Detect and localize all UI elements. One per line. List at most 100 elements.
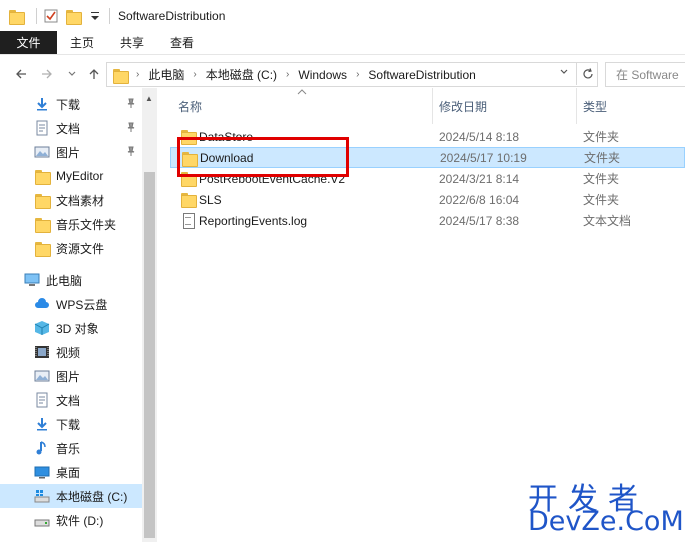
nav-item-pc[interactable]: WPS云盘 [0, 292, 142, 316]
file-type: 文本文档 [583, 214, 632, 228]
scrollbar-thumb[interactable] [144, 172, 155, 538]
pin-icon[interactable] [126, 122, 136, 135]
nav-item-label: 视频 [56, 345, 81, 360]
search-input[interactable]: 在 Software [605, 62, 685, 87]
nav-item-pc[interactable]: 下载 [0, 412, 142, 436]
chevron-right-icon[interactable]: › [286, 69, 289, 80]
nav-item-pc[interactable]: 视频 [0, 340, 142, 364]
nav-item-pc[interactable]: 桌面 [0, 460, 142, 484]
nav-item-quick[interactable]: 图片 [0, 140, 142, 164]
folder-icon[interactable] [8, 8, 25, 25]
nav-item-pc[interactable]: 软件 (D:) [0, 508, 142, 532]
file-row[interactable]: ReportingEvents.log 2024/5/17 8:38 文本文档 [170, 210, 685, 231]
back-arrow-icon [16, 69, 26, 79]
column-divider[interactable] [576, 88, 577, 124]
address-bar[interactable]: › 此电脑 › 本地磁盘 (C:) › Windows › SoftwareDi… [106, 62, 598, 87]
sort-ascending-icon [297, 88, 307, 99]
chevron-down-icon [68, 71, 76, 76]
chevron-right-icon[interactable]: › [356, 69, 359, 80]
pin-icon[interactable] [126, 98, 136, 111]
download-icon [34, 416, 50, 432]
column-header-type[interactable]: 类型 [583, 88, 607, 124]
forward-arrow-icon [42, 69, 52, 79]
highlight-box [177, 137, 349, 177]
cube-icon [34, 320, 50, 336]
music-icon [34, 440, 50, 456]
breadcrumb-item[interactable]: 此电脑 [148, 66, 184, 83]
nav-item-label: 资源文件 [56, 241, 105, 256]
tab-share[interactable]: 共享 [107, 31, 157, 54]
computer-icon [24, 272, 40, 288]
up-button[interactable] [83, 63, 105, 85]
nav-item-pc[interactable]: 图片 [0, 364, 142, 388]
breadcrumb-item[interactable]: SoftwareDistribution [368, 68, 475, 82]
divider [109, 7, 110, 24]
file-type: 文件夹 [584, 151, 621, 165]
nav-item-label: 下载 [56, 97, 81, 112]
desktop-icon [34, 464, 50, 480]
watermark: 开发者 DevZe.CoM [524, 474, 684, 538]
file-date: 2024/5/17 10:19 [440, 150, 527, 165]
file-name: SLS [199, 192, 222, 207]
refresh-button[interactable] [576, 63, 598, 85]
window-title: SoftwareDistribution [118, 8, 226, 23]
folder-icon [34, 240, 51, 257]
nav-item-label: 本地磁盘 (C:) [56, 489, 128, 504]
file-row[interactable]: SLS 2022/6/8 16:04 文件夹 [170, 189, 685, 210]
scrollbar[interactable]: ▲ [142, 88, 157, 542]
nav-item-pc[interactable]: 本地磁盘 (C:) [0, 484, 142, 508]
nav-item-label: 软件 (D:) [56, 513, 104, 528]
drive-c-icon [34, 488, 50, 504]
scroll-up-icon[interactable]: ▲ [145, 94, 153, 103]
column-divider[interactable] [432, 88, 433, 124]
up-arrow-icon [89, 69, 99, 79]
ribbon-tabs: 文件 主页 共享 查看 [0, 31, 685, 55]
download-icon [34, 96, 50, 112]
nav-item-label: 文档 [56, 121, 81, 136]
quick-access-toolbar [0, 0, 109, 31]
column-header-name[interactable]: 名称 [178, 88, 202, 124]
forward-button[interactable] [36, 63, 58, 85]
recent-locations-button[interactable] [61, 63, 83, 85]
nav-item-label: 文档素材 [56, 193, 105, 208]
document-icon [34, 120, 50, 136]
chevron-right-icon: › [136, 69, 140, 80]
nav-item-pc[interactable]: 文档 [0, 388, 142, 412]
file-date: 2024/3/21 8:14 [439, 171, 520, 186]
nav-item-quick[interactable]: MyEditor [0, 164, 142, 188]
column-header-date[interactable]: 修改日期 [439, 88, 487, 124]
file-type: 文件夹 [583, 193, 620, 207]
tab-file[interactable]: 文件 [0, 31, 57, 54]
nav-item-label: MyEditor [56, 169, 104, 183]
nav-item-label: WPS云盘 [56, 297, 108, 312]
nav-item-this-pc[interactable]: 此电脑 [0, 268, 142, 292]
chevron-down-icon[interactable] [87, 8, 103, 24]
nav-item-quick[interactable]: 资源文件 [0, 236, 142, 260]
new-folder-icon[interactable] [65, 8, 82, 25]
back-button[interactable] [10, 63, 32, 85]
tab-home[interactable]: 主页 [57, 31, 107, 54]
breadcrumb-item[interactable]: Windows [298, 68, 347, 82]
nav-item-pc[interactable]: 3D 对象 [0, 316, 142, 340]
nav-item-label: 图片 [56, 145, 81, 160]
breadcrumb: › 此电脑 › 本地磁盘 (C:) › Windows › SoftwareDi… [136, 66, 476, 83]
file-type: 文件夹 [583, 172, 620, 186]
video-icon [34, 344, 50, 360]
properties-icon[interactable] [43, 8, 59, 24]
tab-view[interactable]: 查看 [157, 31, 207, 54]
folder-icon [34, 216, 51, 233]
nav-item-quick[interactable]: 下载 [0, 92, 142, 116]
nav-item-quick[interactable]: 文档素材 [0, 188, 142, 212]
breadcrumb-item[interactable]: 本地磁盘 (C:) [206, 66, 277, 83]
navigation-pane: ▲ 下载 文档 图片 MyEditor 文档素材 音乐文件夹 资源文件 此电脑 WPS云盘 3D … [0, 88, 157, 542]
nav-item-pc[interactable]: 音乐 [0, 436, 142, 460]
chevron-right-icon[interactable]: › [193, 69, 196, 80]
refresh-icon [582, 68, 593, 79]
pin-icon[interactable] [126, 146, 136, 159]
nav-item-quick[interactable]: 文档 [0, 116, 142, 140]
folder-icon [34, 192, 51, 209]
cloud-icon [34, 296, 50, 312]
nav-item-label: 文档 [56, 393, 81, 408]
chevron-down-icon[interactable] [559, 67, 569, 80]
nav-item-quick[interactable]: 音乐文件夹 [0, 212, 142, 236]
